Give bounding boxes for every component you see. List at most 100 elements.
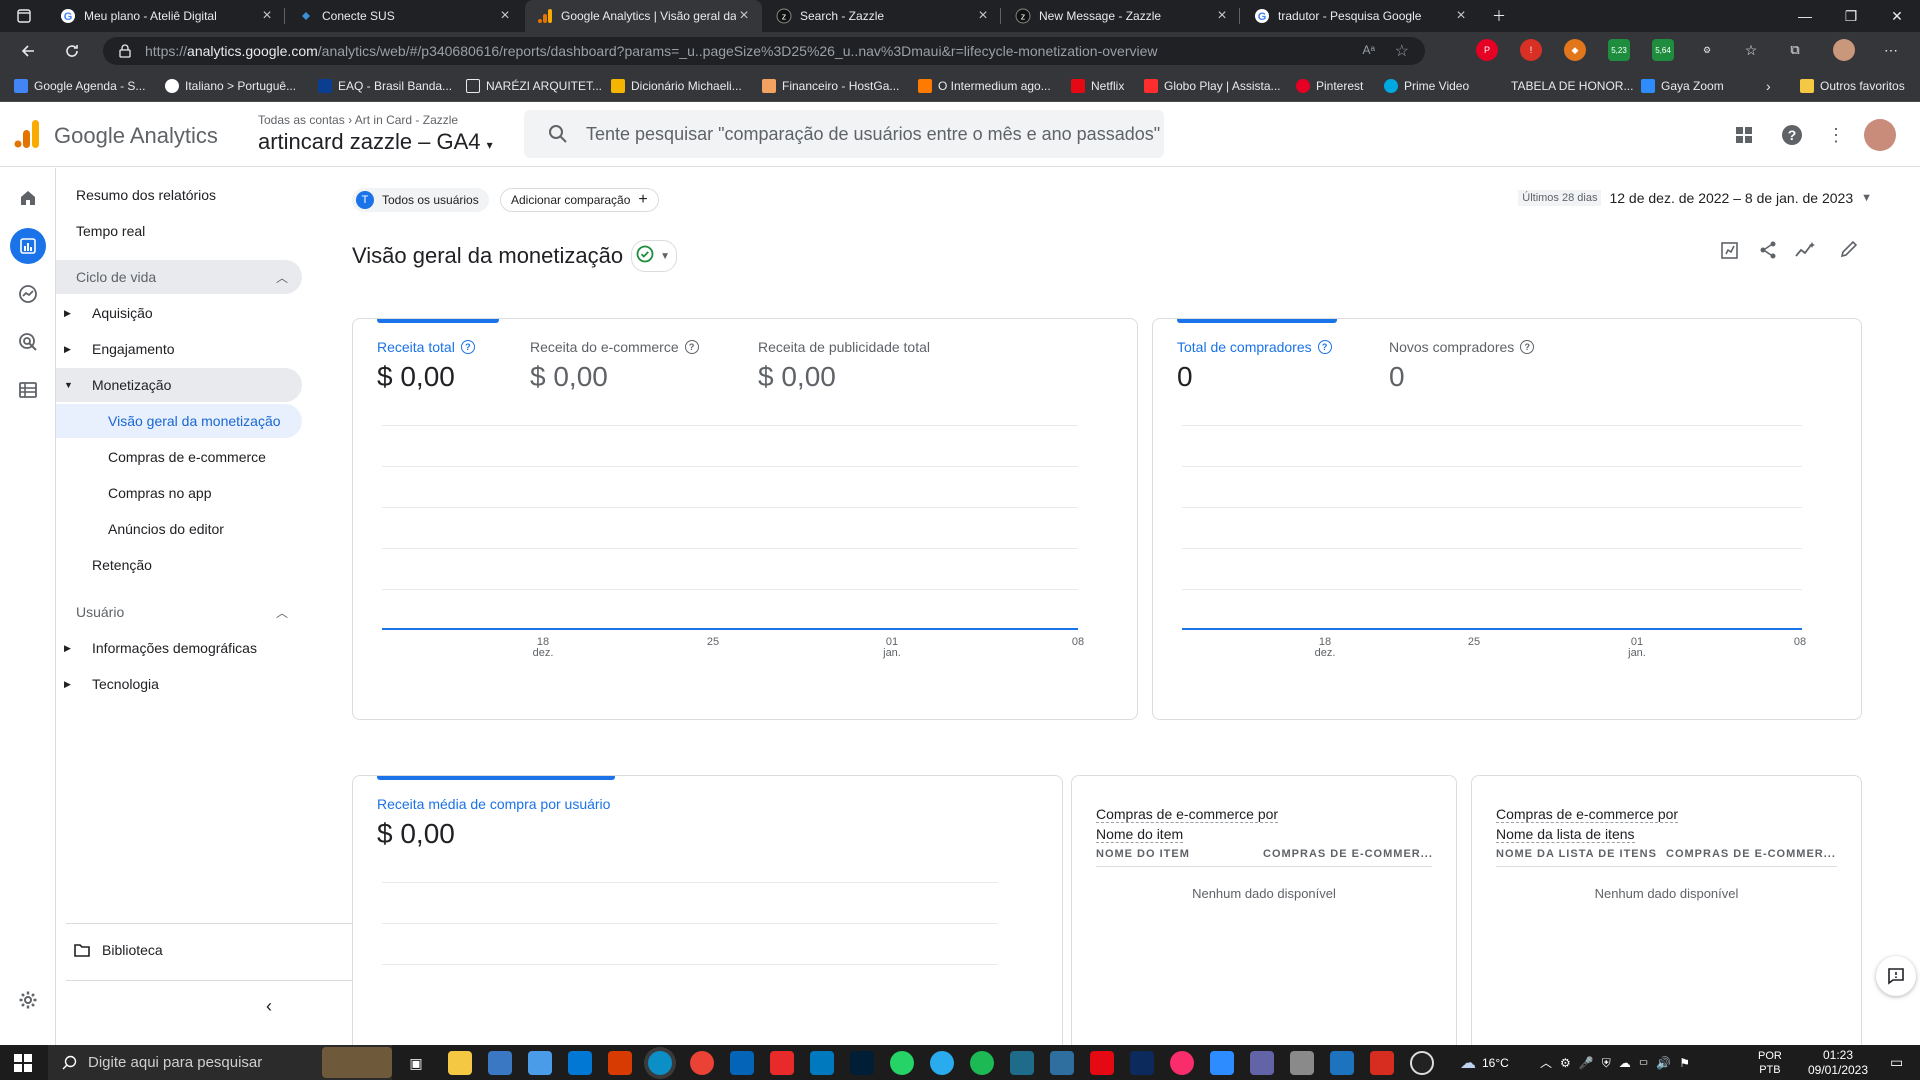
bookmark-item[interactable]: Google Agenda - S...	[14, 70, 145, 102]
browser-tab-zazzle-search[interactable]: z Search - Zazzle ×	[764, 0, 1001, 32]
close-window-icon[interactable]: ✕	[1874, 0, 1920, 32]
bookmark-item[interactable]: Dicionário Michaeli...	[611, 70, 742, 102]
app-icon[interactable]	[1330, 1051, 1354, 1075]
reload-icon[interactable]	[58, 37, 86, 65]
extension-badge-icon[interactable]: 5,64	[1652, 39, 1674, 61]
pinterest-extension-icon[interactable]: P	[1476, 39, 1498, 61]
sidebar-item-engagement[interactable]: ▶ Engajamento	[56, 332, 302, 366]
itunes-icon[interactable]	[1170, 1051, 1194, 1075]
new-tab-icon[interactable]: ＋	[1476, 0, 1522, 32]
verified-status-button[interactable]: ▼	[631, 240, 678, 272]
zoom-icon[interactable]	[1210, 1051, 1234, 1075]
calculator-icon[interactable]	[488, 1051, 512, 1075]
metric-total-purchasers[interactable]: Total de compradores? 0	[1177, 339, 1332, 393]
explore-icon[interactable]	[10, 276, 46, 312]
insights-icon[interactable]	[1794, 240, 1816, 263]
column-header[interactable]: NOME DO ITEM	[1096, 848, 1246, 860]
bookmark-item[interactable]: Italiano > Portuguê...	[165, 70, 296, 102]
column-header[interactable]: NOME DA LISTA DE ITENS	[1496, 848, 1664, 860]
extension-badge-icon[interactable]: 5,23	[1608, 39, 1630, 61]
profile-avatar[interactable]	[1833, 39, 1855, 61]
teams-icon[interactable]	[1250, 1051, 1274, 1075]
tab-close-icon[interactable]: ×	[1214, 7, 1230, 25]
app-icon[interactable]	[1290, 1051, 1314, 1075]
ga-logo[interactable]: Google Analytics	[14, 119, 218, 152]
add-comparison-button[interactable]: Adicionar comparação +	[500, 188, 659, 212]
more-bookmarks-icon[interactable]: ›	[1766, 70, 1771, 102]
browser-tab-conecte-sus[interactable]: Conecte SUS ×	[286, 0, 523, 32]
address-bar[interactable]: https://analytics.google.com/analytics/w…	[103, 37, 1425, 65]
share-icon[interactable]	[1758, 240, 1778, 263]
bookmark-item[interactable]: Pinterest	[1296, 70, 1363, 102]
help-icon[interactable]: ?	[1778, 121, 1806, 149]
more-vert-icon[interactable]: ⋮	[1822, 121, 1850, 149]
pdf-icon[interactable]	[1370, 1051, 1394, 1075]
bookmark-item[interactable]: Gaya Zoom	[1641, 70, 1724, 102]
metric-total-revenue[interactable]: Receita total? $ 0,00	[377, 339, 475, 393]
tab-close-icon[interactable]: ×	[497, 7, 513, 25]
lastpass-extension-icon[interactable]: !	[1520, 39, 1542, 61]
customize-report-icon[interactable]	[1720, 240, 1740, 263]
sidebar-item-ecommerce-purchases[interactable]: Compras de e-commerce	[56, 440, 302, 474]
language-indicator[interactable]: POR PTB	[1758, 1045, 1782, 1080]
edit-pencil-icon[interactable]	[1840, 240, 1858, 261]
tab-actions-icon[interactable]	[0, 0, 48, 32]
date-range-picker[interactable]: Últimos 28 dias 12 de dez. de 2022 – 8 d…	[1518, 190, 1872, 206]
acrobat-icon[interactable]	[770, 1051, 794, 1075]
collections-icon[interactable]: ⧉	[1784, 39, 1806, 61]
sidebar-item-demographics[interactable]: ▶ Informações demográficas	[56, 631, 302, 665]
edge-browser-icon[interactable]	[648, 1051, 672, 1075]
bookmark-item[interactable]: Prime Video	[1384, 70, 1469, 102]
account-picker[interactable]: Todas as contas › Art in Card - Zazzle a…	[258, 113, 493, 155]
property-name[interactable]: artincard zazzle – GA4 ▾	[258, 129, 493, 155]
metamask-extension-icon[interactable]: ◆	[1564, 39, 1586, 61]
bookmark-item[interactable]: NARÉZI ARQUITET...	[466, 70, 602, 102]
clock[interactable]: 01:23 09/01/2023	[1800, 1045, 1876, 1080]
apps-grid-icon[interactable]	[1730, 121, 1758, 149]
minimize-icon[interactable]: —	[1782, 0, 1828, 32]
breadcrumb[interactable]: Todas as contas › Art in Card - Zazzle	[258, 113, 493, 127]
column-header[interactable]: COMPRAS DE E-COMMER...	[1263, 848, 1435, 860]
netflix-icon[interactable]	[1090, 1051, 1114, 1075]
browser-menu-icon[interactable]: ⋯	[1880, 39, 1902, 61]
sidebar-item-acquisition[interactable]: ▶ Aquisição	[56, 296, 302, 330]
column-header[interactable]: COMPRAS DE E-COMMER...	[1666, 848, 1838, 860]
advertising-icon[interactable]	[10, 324, 46, 360]
card-title[interactable]: Compras de e-commerce por Nome da lista d…	[1496, 804, 1679, 844]
extensions-puzzle-icon[interactable]: ⚙	[1696, 39, 1718, 61]
windows-start-icon[interactable]	[14, 1054, 32, 1075]
favorites-icon[interactable]: ☆	[1740, 39, 1762, 61]
browser-tab-atelie[interactable]: G Meu plano - Ateliê Digital ×	[48, 0, 285, 32]
card-title-dimension[interactable]: Nome do item	[1096, 826, 1184, 843]
home-icon[interactable]	[10, 180, 46, 216]
settings-gear-icon[interactable]	[10, 982, 46, 1018]
bookmark-item[interactable]: Netflix	[1071, 70, 1124, 102]
read-aloud-icon[interactable]: Aᵃ	[1363, 43, 1375, 57]
tab-close-icon[interactable]: ×	[259, 7, 275, 25]
chrome-icon[interactable]	[690, 1051, 714, 1075]
app-icon[interactable]	[608, 1051, 632, 1075]
browser-tab-google-analytics[interactable]: Google Analytics | Visão geral da ×	[525, 0, 762, 32]
sidebar-item-retention[interactable]: Retenção	[56, 548, 302, 582]
taskbar-search-input[interactable]: Digite aqui para pesquisar	[48, 1045, 392, 1080]
metric-avg-purchase-revenue[interactable]: Receita média de compra por usuário $ 0,…	[377, 796, 610, 850]
help-icon[interactable]: ?	[684, 340, 699, 354]
collapse-sidebar-icon[interactable]: ‹	[266, 996, 272, 1017]
notifications-icon[interactable]: ▭	[1890, 1045, 1903, 1080]
configure-icon[interactable]	[10, 372, 46, 408]
card-title-dimension[interactable]: Nome da lista de itens	[1496, 826, 1635, 843]
sidebar-item-publisher-ads[interactable]: Anúncios do editor	[56, 512, 302, 546]
other-favorites[interactable]: Outros favoritos	[1800, 70, 1905, 102]
photoshop-icon[interactable]	[850, 1051, 874, 1075]
tab-close-icon[interactable]: ×	[736, 7, 752, 25]
metric-new-purchasers[interactable]: Novos compradores? 0	[1389, 339, 1535, 393]
sidebar-item-library[interactable]: Biblioteca	[56, 933, 302, 967]
outlook-icon[interactable]	[730, 1051, 754, 1075]
bookmark-item[interactable]: TABELA DE HONOR...	[1511, 70, 1633, 102]
app-icon[interactable]	[1010, 1051, 1034, 1075]
sidebar-item-tech[interactable]: ▶ Tecnologia	[56, 667, 302, 701]
feedback-icon[interactable]	[1876, 956, 1916, 996]
sidebar-item-monetization-overview[interactable]: Visão geral da monetização	[56, 404, 302, 438]
task-view-icon[interactable]: ▣	[404, 1051, 428, 1075]
user-avatar[interactable]	[1864, 119, 1896, 151]
